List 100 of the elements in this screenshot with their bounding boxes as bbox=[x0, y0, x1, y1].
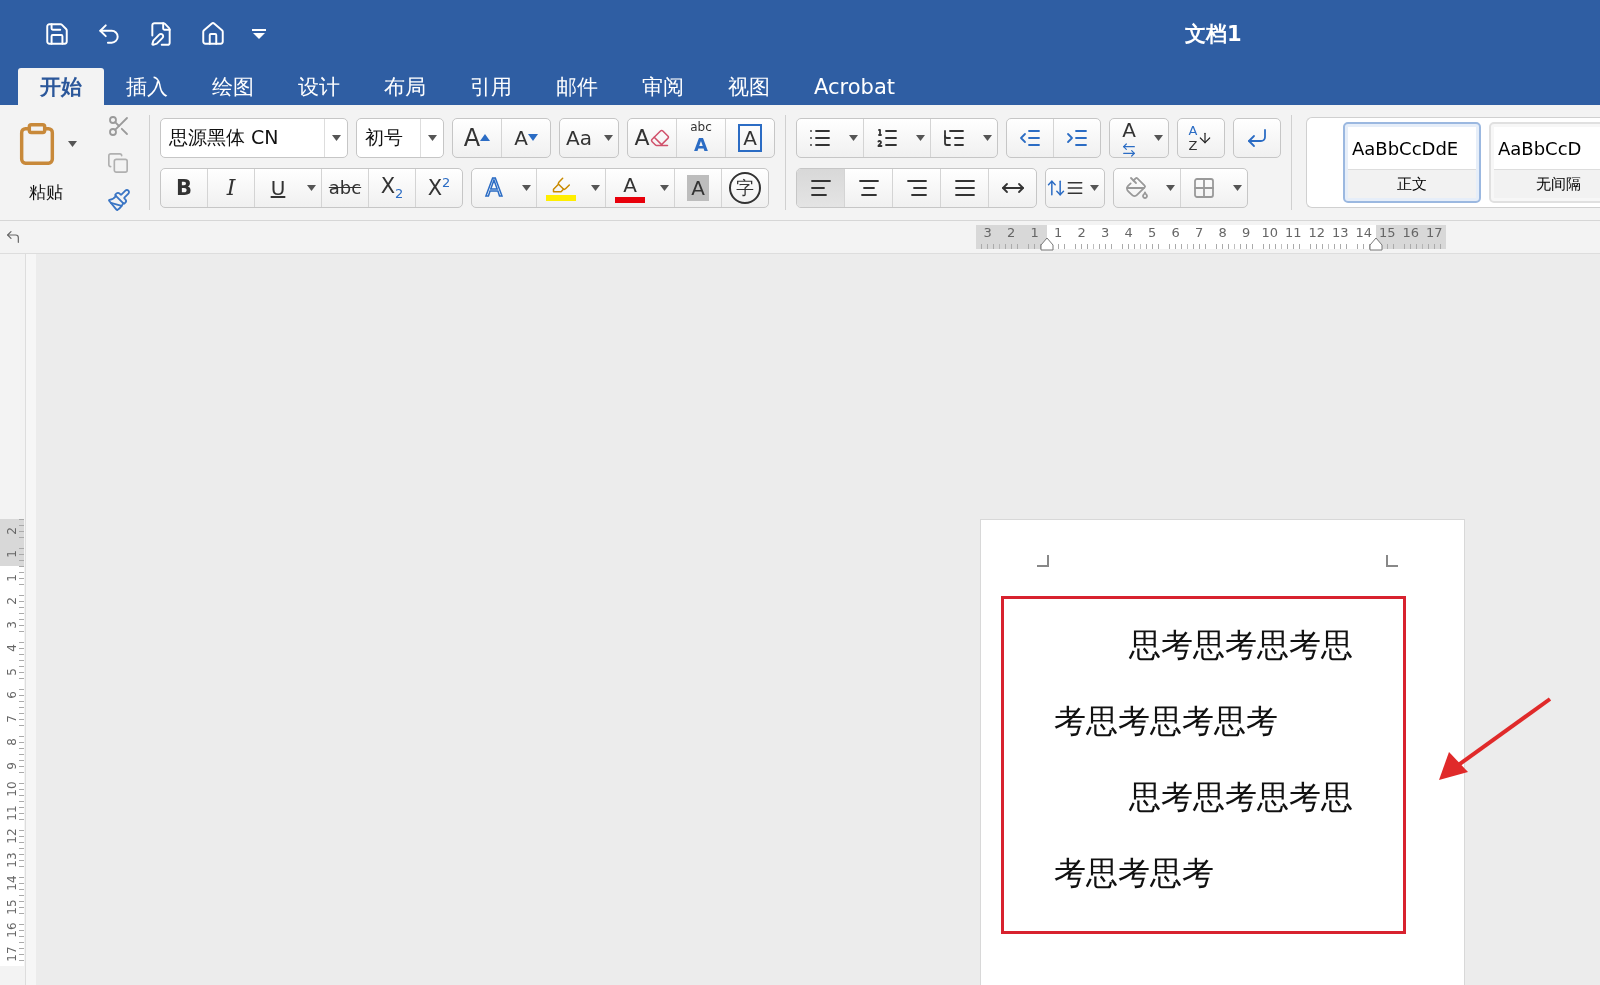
border-grid-icon bbox=[1192, 175, 1216, 200]
caret-icon bbox=[1165, 184, 1175, 191]
paste-label[interactable]: 粘贴 bbox=[28, 181, 63, 204]
style-name: 正文 bbox=[1348, 169, 1476, 198]
indent-marker[interactable] bbox=[1040, 237, 1054, 251]
copy-icon bbox=[107, 151, 129, 174]
ribbon-tab[interactable]: 开始 bbox=[18, 68, 104, 105]
caret-icon bbox=[915, 134, 925, 141]
ruler-number: 5 bbox=[5, 667, 19, 676]
ribbon-tab[interactable]: 布局 bbox=[362, 68, 448, 105]
ribbon-tab[interactable]: 绘图 bbox=[190, 68, 276, 105]
ruler-number: 17 bbox=[1422, 225, 1446, 249]
ruler-number: 3 bbox=[1093, 225, 1117, 249]
superscript-button[interactable]: X$^{2}$ bbox=[415, 168, 462, 207]
caret-icon bbox=[1153, 134, 1163, 141]
sort-button[interactable]: A Z bbox=[1177, 117, 1225, 158]
ruler-number: 12 bbox=[5, 828, 19, 844]
ruler-number: 7 bbox=[1187, 225, 1211, 249]
ruler-number: 15 bbox=[5, 899, 19, 915]
ribbon-tab[interactable]: 邮件 bbox=[534, 68, 620, 105]
text-line: 考思考思考 bbox=[1054, 853, 1215, 894]
text-line: 考思考思考思考 bbox=[1054, 701, 1279, 742]
customize-icon[interactable] bbox=[252, 29, 266, 39]
style-preview: AaBbCcDdE bbox=[1348, 127, 1476, 169]
caret-icon bbox=[1232, 184, 1242, 191]
italic-button[interactable]: I bbox=[207, 168, 254, 207]
ruler-number: 9 bbox=[1234, 225, 1258, 249]
caret-icon bbox=[427, 134, 437, 141]
bold-button[interactable]: B bbox=[161, 168, 207, 207]
caret-icon bbox=[1089, 184, 1099, 191]
paintbrush-icon bbox=[107, 187, 131, 212]
ruler-number: 4 bbox=[5, 644, 19, 653]
font-size-field[interactable]: 初号 bbox=[356, 117, 444, 158]
ruler-number: 6 bbox=[5, 691, 19, 700]
caret-icon bbox=[982, 134, 992, 141]
phonetic-guide-button[interactable]: abc A bbox=[676, 118, 725, 157]
ruler-number: 13 bbox=[1328, 225, 1352, 249]
ruler-number: 8 bbox=[5, 738, 19, 747]
text-direction-button[interactable]: A bbox=[1110, 118, 1148, 157]
indent-marker[interactable] bbox=[1369, 237, 1383, 251]
paragraph-mark-button[interactable] bbox=[1233, 117, 1281, 158]
ribbon-tab[interactable]: 视图 bbox=[706, 68, 792, 105]
save-icon bbox=[44, 21, 70, 47]
ruler-number: 14 bbox=[5, 875, 19, 891]
caret-icon bbox=[306, 184, 316, 191]
ribbon-tab[interactable]: 审阅 bbox=[620, 68, 706, 105]
ruler-number: 16 bbox=[5, 922, 19, 938]
ruler-number: 3 bbox=[5, 620, 19, 629]
paint-bucket-icon bbox=[1125, 175, 1149, 200]
scissors-icon bbox=[107, 113, 131, 138]
align-button[interactable] bbox=[797, 168, 844, 207]
font-color-button[interactable]: A bbox=[605, 168, 654, 207]
style-name: 无间隔 bbox=[1494, 169, 1600, 198]
change-case-button[interactable]: Aa bbox=[560, 118, 598, 157]
shrink-font-button[interactable]: A bbox=[501, 118, 550, 157]
ruler-number: 10 bbox=[1258, 225, 1282, 249]
ruler-number: 1 bbox=[5, 573, 19, 582]
ribbon-tab[interactable]: 插入 bbox=[104, 68, 190, 105]
caret-icon bbox=[659, 184, 669, 191]
caret-icon bbox=[848, 134, 858, 141]
font-name-field[interactable]: 思源黑体 CN bbox=[160, 117, 348, 158]
ruler-number: 2 bbox=[5, 597, 19, 606]
text-line: 思考思考思考思 bbox=[1128, 625, 1353, 666]
character-shading-button[interactable]: A bbox=[674, 168, 721, 207]
left-right-arrow-icon bbox=[1121, 141, 1137, 157]
ruler-number: 7 bbox=[5, 714, 19, 723]
grow-font-button[interactable]: A bbox=[453, 118, 501, 157]
ruler-number: 11 bbox=[1281, 225, 1305, 249]
down-triangle-icon bbox=[527, 134, 538, 141]
text-line: 思考思考思考思 bbox=[1128, 777, 1353, 818]
ruler-number: 6 bbox=[1164, 225, 1188, 249]
underline-button[interactable]: U bbox=[254, 168, 301, 207]
undo-icon bbox=[96, 21, 122, 47]
ribbon-tab[interactable]: 引用 bbox=[448, 68, 534, 105]
style-preview: AaBbCcD bbox=[1494, 127, 1600, 169]
caret-icon bbox=[590, 184, 600, 191]
style-card[interactable]: AaBbCcD 无间隔 bbox=[1489, 122, 1600, 203]
ruler-number: 9 bbox=[5, 761, 19, 770]
ruler-number: 13 bbox=[5, 852, 19, 868]
character-border-button[interactable]: A bbox=[725, 118, 774, 157]
margin-corner-mark bbox=[1386, 555, 1398, 567]
caret-icon bbox=[603, 134, 613, 141]
ruler-number: 16 bbox=[1399, 225, 1423, 249]
ruler-number: 10 bbox=[5, 781, 19, 797]
caret-icon bbox=[68, 141, 77, 147]
ruler-number: 17 bbox=[5, 946, 19, 962]
strikethrough-button[interactable]: abc bbox=[321, 168, 368, 207]
clear-formatting-button[interactable]: A bbox=[628, 118, 676, 157]
subscript-button[interactable]: X$_{2}$ bbox=[368, 168, 415, 207]
ruler-number: 12 bbox=[1305, 225, 1329, 249]
ribbon-tab[interactable]: Acrobat bbox=[792, 68, 917, 105]
ruler-number: 3 bbox=[976, 225, 1000, 249]
ruler-number: 4 bbox=[1117, 225, 1141, 249]
ruler-number: 2 bbox=[999, 225, 1023, 249]
caret-icon bbox=[331, 134, 341, 141]
style-card[interactable]: AaBbCcDdE 正文 bbox=[1343, 122, 1481, 203]
ruler-number: 11 bbox=[5, 805, 19, 821]
ribbon-tab[interactable]: 设计 bbox=[276, 68, 362, 105]
ruler-number: 8 bbox=[1211, 225, 1235, 249]
eraser-icon bbox=[649, 127, 670, 148]
